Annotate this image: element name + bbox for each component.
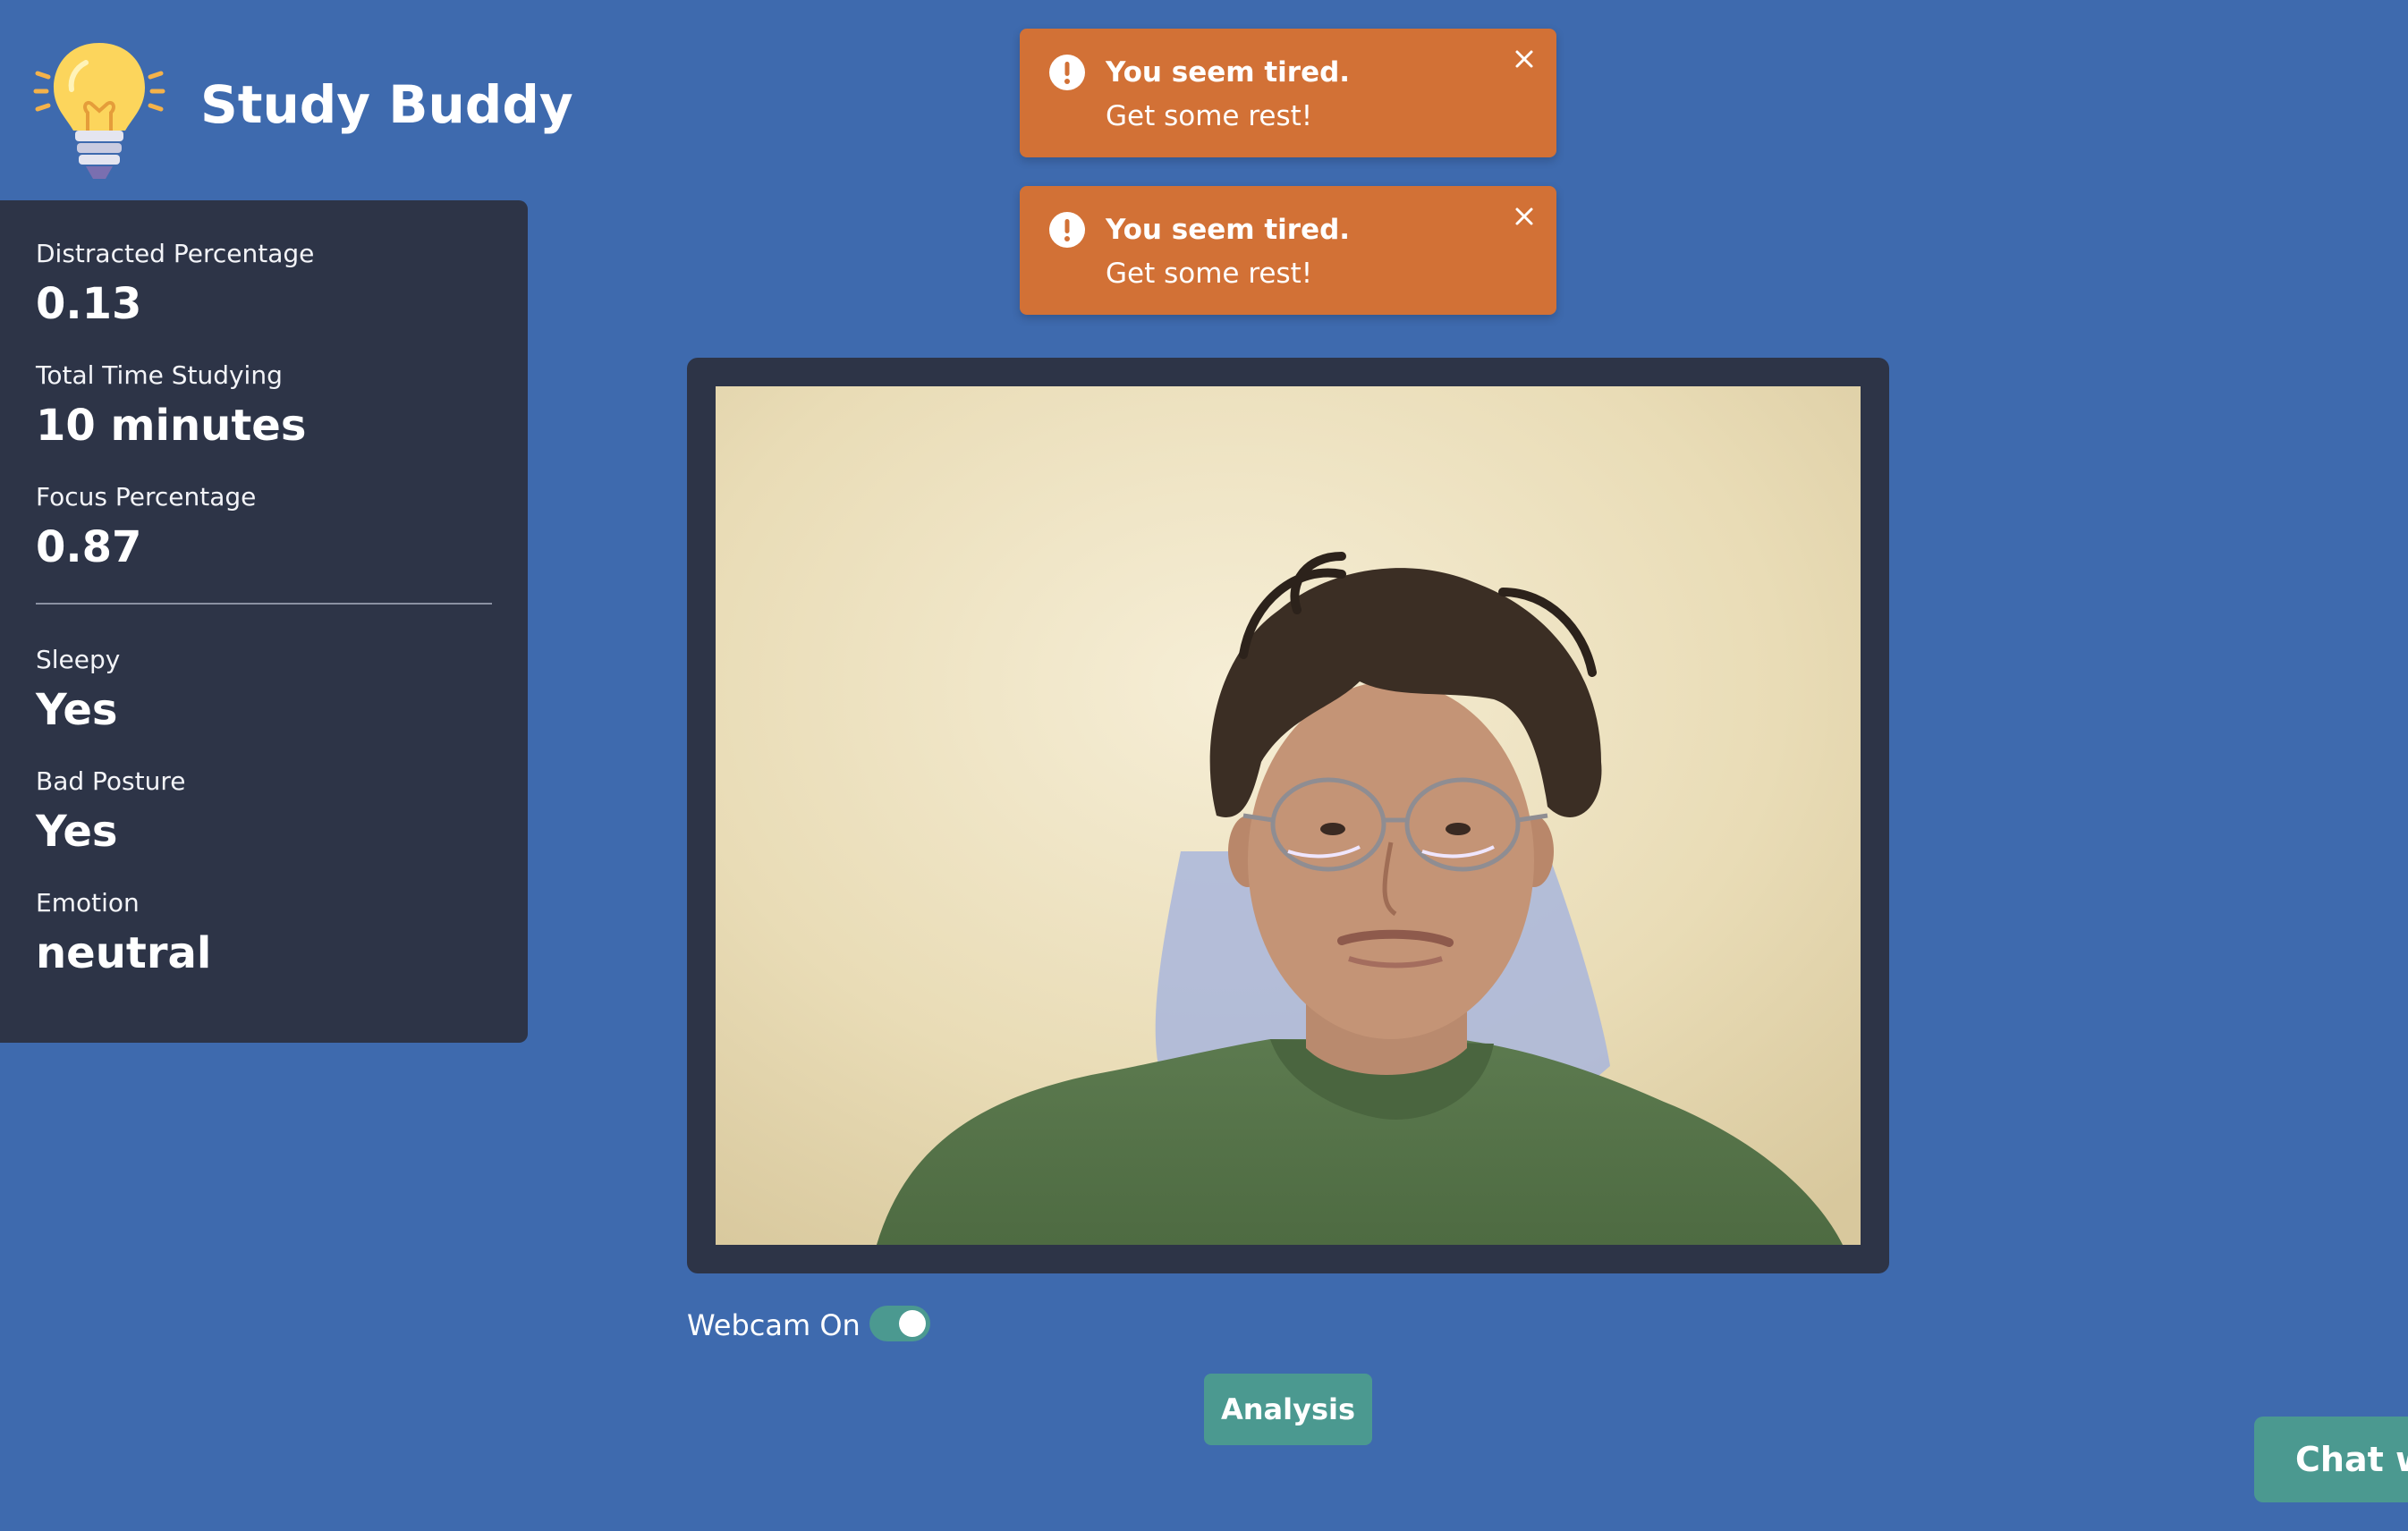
webcam-toggle[interactable] <box>869 1306 930 1341</box>
stat-label: Focus Percentage <box>36 482 257 512</box>
toast-title: You seem tired. <box>1106 56 1351 89</box>
stat-focus-percentage: Focus Percentage 0.87 <box>36 481 492 574</box>
stat-label: Emotion <box>36 888 140 918</box>
close-icon[interactable] <box>1508 200 1540 233</box>
chat-button[interactable]: Chat w <box>2254 1417 2408 1502</box>
stat-value: Yes <box>36 807 118 857</box>
toast-notification: You seem tired. Get some rest! <box>1020 186 1556 315</box>
stat-value: Yes <box>36 685 118 735</box>
toast-notification: You seem tired. Get some rest! <box>1020 29 1556 157</box>
app-title: Study Buddy <box>200 74 573 135</box>
lightbulb-icon <box>32 36 166 188</box>
stats-divider <box>36 603 492 605</box>
analysis-button[interactable]: Analysis <box>1204 1374 1372 1445</box>
stat-total-time-studying: Total Time Studying 10 minutes <box>36 359 492 453</box>
stat-label: Total Time Studying <box>36 360 283 390</box>
stat-label: Distracted Percentage <box>36 239 315 268</box>
toast-title: You seem tired. <box>1106 214 1351 246</box>
close-icon[interactable] <box>1508 43 1540 75</box>
stat-value: neutral <box>36 928 212 978</box>
stat-emotion: Emotion neutral <box>36 887 492 980</box>
webcam-toggle-label: Webcam On <box>687 1308 861 1342</box>
webcam-frame <box>687 358 1889 1273</box>
stat-distracted-percentage: Distracted Percentage 0.13 <box>36 238 492 331</box>
stat-value: 0.87 <box>36 522 142 572</box>
toast-message: Get some rest! <box>1106 100 1313 132</box>
stat-sleepy: Sleepy Yes <box>36 644 492 737</box>
exclamation-circle-icon <box>1048 211 1086 249</box>
stat-bad-posture: Bad Posture Yes <box>36 766 492 859</box>
toggle-knob <box>899 1310 926 1337</box>
toast-message: Get some rest! <box>1106 258 1313 290</box>
stat-value: 10 minutes <box>36 401 307 451</box>
stats-panel: Distracted Percentage 0.13 Total Time St… <box>0 200 528 1043</box>
webcam-feed <box>716 386 1861 1245</box>
stat-label: Bad Posture <box>36 766 186 796</box>
stat-value: 0.13 <box>36 279 142 329</box>
exclamation-circle-icon <box>1048 54 1086 91</box>
stat-label: Sleepy <box>36 645 121 674</box>
